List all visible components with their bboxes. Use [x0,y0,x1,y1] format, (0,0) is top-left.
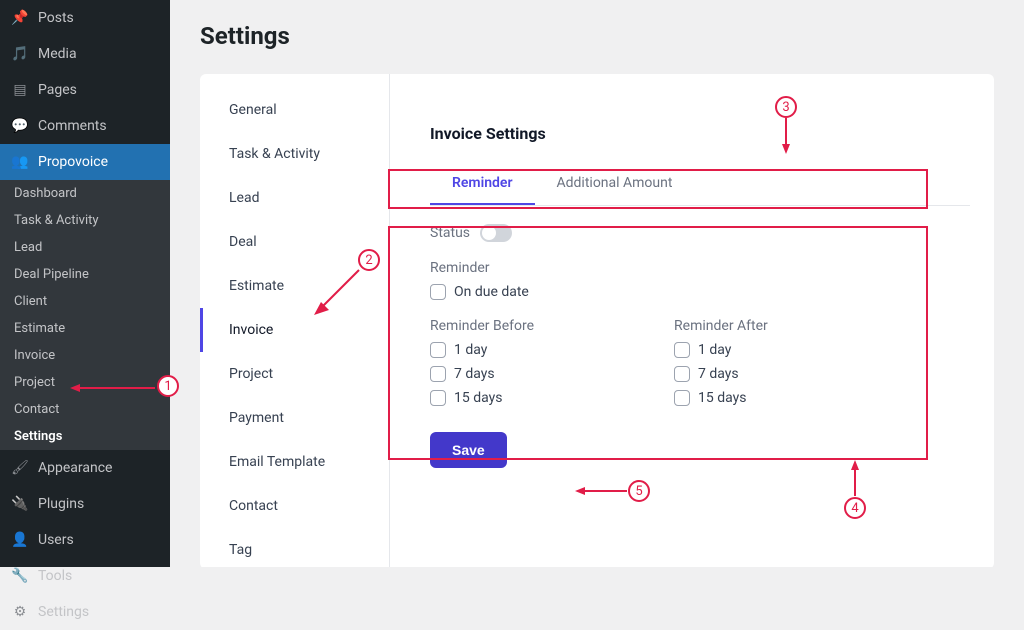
pin-icon: 📌 [10,8,30,28]
checkbox-after-15days[interactable] [674,390,690,406]
subtab-reminder[interactable]: Reminder [430,163,535,205]
tab-lead[interactable]: Lead [200,176,389,220]
cog-icon: ⚙ [10,602,30,622]
menu-users[interactable]: 👤Users [0,522,170,558]
tab-deal[interactable]: Deal [200,220,389,264]
checkbox-before-7days[interactable] [430,366,446,382]
tab-contact[interactable]: Contact [200,484,389,528]
checkbox-after-1day[interactable] [674,342,690,358]
menu-plugins[interactable]: 🔌Plugins [0,486,170,522]
page-title: Settings [200,22,994,50]
reminder-form: Status Reminder On due date Reminder Bef… [430,224,970,468]
settings-content: Invoice Settings Reminder Additional Amo… [390,74,994,567]
submenu-dashboard[interactable]: Dashboard [0,180,170,207]
menu-tools[interactable]: 🔧Tools [0,558,170,594]
tab-tag[interactable]: Tag [200,528,389,567]
tab-estimate[interactable]: Estimate [200,264,389,308]
submenu-lead[interactable]: Lead [0,234,170,261]
wp-admin-sidebar: 📌Posts 🎵Media ▤Pages 💬Comments 👥Propovoi… [0,0,170,567]
submenu-estimate[interactable]: Estimate [0,315,170,342]
tab-invoice[interactable]: Invoice [200,308,389,352]
reminder-section-label: Reminder [430,260,970,276]
submenu-invoice[interactable]: Invoice [0,342,170,369]
submenu-project[interactable]: Project [0,369,170,396]
tab-project[interactable]: Project [200,352,389,396]
checkbox-on-due-date[interactable] [430,284,446,300]
reminder-before-title: Reminder Before [430,318,534,334]
users-icon: 👥 [10,152,30,172]
comment-icon: 💬 [10,116,30,136]
user-icon: 👤 [10,530,30,550]
settings-tabs: General Task & Activity Lead Deal Estima… [200,74,390,567]
checkbox-after-7days[interactable] [674,366,690,382]
menu-comments[interactable]: 💬Comments [0,108,170,144]
checkbox-before-1day[interactable] [430,342,446,358]
tab-task-activity[interactable]: Task & Activity [200,132,389,176]
submenu-deal-pipeline[interactable]: Deal Pipeline [0,261,170,288]
menu-pages[interactable]: ▤Pages [0,72,170,108]
page-icon: ▤ [10,80,30,100]
plug-icon: 🔌 [10,494,30,514]
reminder-after-title: Reminder After [674,318,768,334]
tab-payment[interactable]: Payment [200,396,389,440]
checkbox-before-15days[interactable] [430,390,446,406]
submenu-client[interactable]: Client [0,288,170,315]
menu-wp-settings[interactable]: ⚙Settings [0,594,170,630]
submenu-contact[interactable]: Contact [0,396,170,423]
submenu-settings[interactable]: Settings [0,423,170,450]
submenu-task-activity[interactable]: Task & Activity [0,207,170,234]
save-button[interactable]: Save [430,432,507,468]
menu-appearance[interactable]: 🖌Appearance [0,450,170,486]
media-icon: 🎵 [10,44,30,64]
brush-icon: 🖌 [10,458,30,478]
status-toggle[interactable] [480,224,512,242]
subtab-additional-amount[interactable]: Additional Amount [535,163,695,205]
wrench-icon: 🔧 [10,566,30,586]
submenu-propovoice: Dashboard Task & Activity Lead Deal Pipe… [0,180,170,450]
settings-card: General Task & Activity Lead Deal Estima… [200,74,994,567]
main-content: Settings General Task & Activity Lead De… [170,0,1024,567]
status-label: Status [430,225,470,241]
menu-media[interactable]: 🎵Media [0,36,170,72]
invoice-subtabs: Reminder Additional Amount [430,163,970,206]
menu-propovoice[interactable]: 👥Propovoice [0,144,170,180]
menu-posts[interactable]: 📌Posts [0,0,170,36]
tab-general[interactable]: General [200,88,389,132]
tab-email-template[interactable]: Email Template [200,440,389,484]
on-due-date-label: On due date [454,284,529,300]
invoice-settings-heading: Invoice Settings [430,124,970,143]
